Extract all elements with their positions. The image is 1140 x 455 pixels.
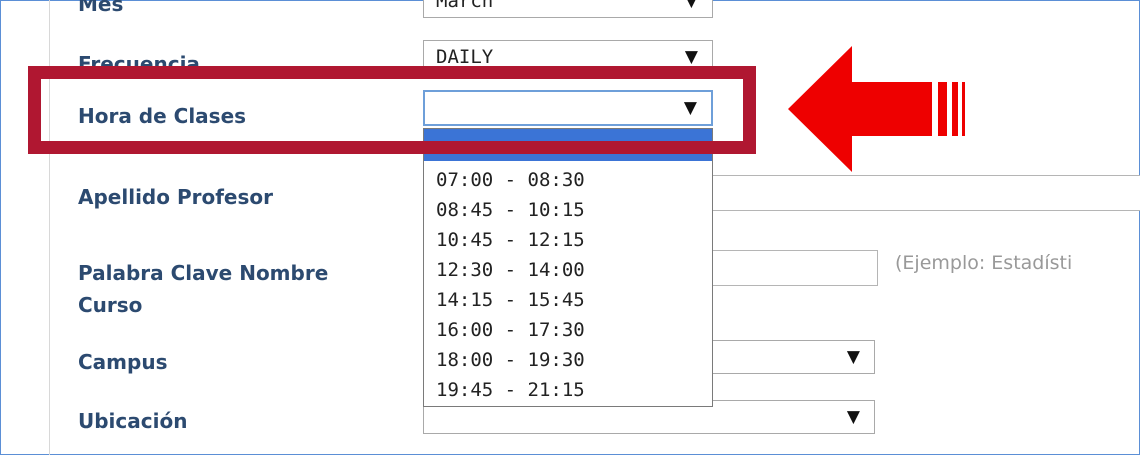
mes-select[interactable]: March ▼	[423, 0, 713, 18]
dropdown-option[interactable]: 18:00 - 19:30	[436, 345, 585, 375]
dropdown-option[interactable]: 19:45 - 21:15	[436, 375, 585, 405]
mes-label: Mes	[78, 0, 124, 16]
campus-label: Campus	[78, 350, 168, 374]
dropdown-option[interactable]: 08:45 - 10:15	[436, 195, 585, 225]
palabra-label-line1: Palabra Clave Nombre	[78, 261, 329, 285]
highlight-box	[28, 66, 756, 154]
ubicacion-label: Ubicación	[78, 409, 188, 433]
dropdown-option[interactable]: 10:45 - 12:15	[436, 225, 585, 255]
chevron-down-icon: ▼	[846, 407, 860, 427]
frecuencia-select-value: DAILY	[436, 46, 494, 68]
hora-dropdown-list[interactable]: 07:00 - 08:30 08:45 - 10:15 10:45 - 12:1…	[423, 128, 713, 407]
dropdown-option[interactable]: 16:00 - 17:30	[436, 315, 585, 345]
apellido-label: Apellido Profesor	[78, 185, 273, 209]
left-arrow-icon	[788, 46, 965, 172]
palabra-label: Palabra Clave Nombre Curso	[78, 257, 328, 321]
chevron-down-icon: ▼	[684, 0, 698, 11]
palabra-label-line2: Curso	[78, 293, 143, 317]
dropdown-option[interactable]: 14:15 - 15:45	[436, 285, 585, 315]
chevron-down-icon: ▼	[684, 47, 698, 67]
dropdown-option[interactable]: 12:30 - 14:00	[436, 255, 585, 285]
dropdown-option[interactable]: 07:00 - 08:30	[436, 165, 585, 195]
chevron-down-icon: ▼	[846, 347, 860, 367]
mes-select-value: March	[436, 0, 494, 12]
palabra-hint: (Ejemplo: Estadísti	[895, 252, 1073, 274]
